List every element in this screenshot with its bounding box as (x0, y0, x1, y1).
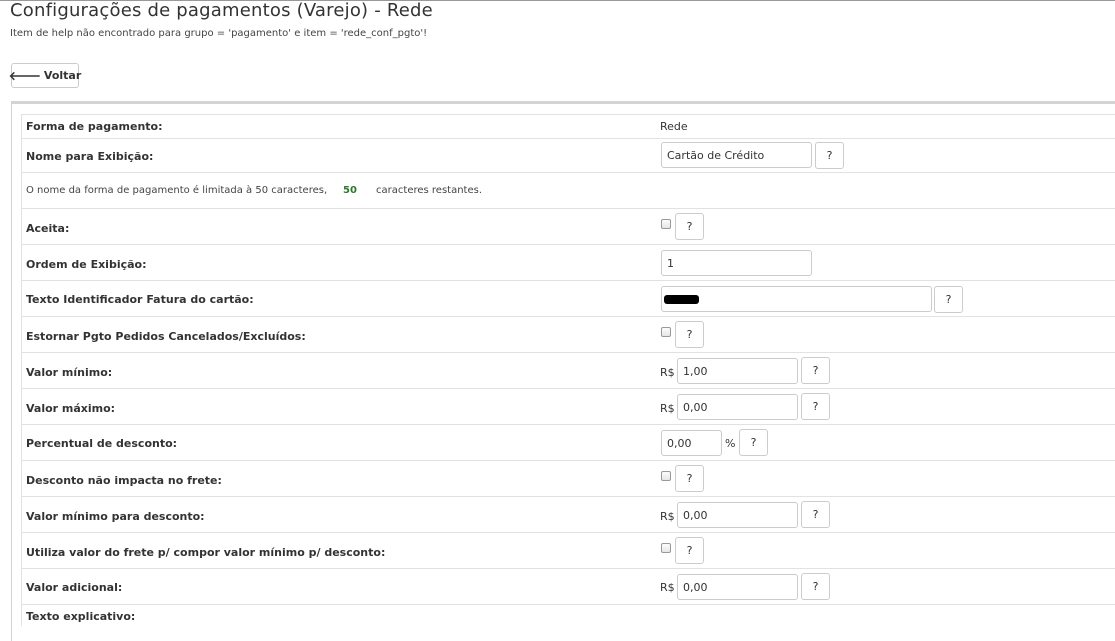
help-button-valor-minimo[interactable]: ? (801, 357, 830, 384)
row-limit-note: O nome da forma de pagamento é limitada … (21, 172, 1115, 208)
currency-valor-minimo: R$ (660, 366, 675, 379)
percentual-desconto-input[interactable]: 0,00 (661, 430, 722, 456)
label-aceita: Aceita: (26, 222, 70, 235)
value-forma-pagamento: Rede (660, 120, 688, 133)
page-title: Configurações de pagamentos (Varejo) - R… (10, 0, 433, 21)
row-desconto-frete: Desconto não impacta no frete: ? (21, 460, 1115, 496)
row-percentual-desconto: Percentual de desconto: 0,00 % ? (21, 424, 1115, 460)
row-valor-minimo: Valor mínimo: R$ 1,00 ? (21, 352, 1115, 388)
estornar-checkbox[interactable] (661, 327, 671, 337)
currency-valor-minimo-desconto: R$ (660, 510, 675, 523)
limit-note-suffix: caracteres restantes. (376, 185, 483, 196)
help-button-aceita[interactable]: ? (675, 213, 704, 240)
limit-note-prefix: O nome da forma de pagamento é limitada … (26, 185, 328, 196)
texto-fatura-input[interactable] (661, 286, 932, 312)
label-nome-exibicao: Nome para Exibição: (26, 150, 154, 163)
help-button-valor-adicional[interactable]: ? (801, 573, 830, 600)
help-button-utiliza-frete[interactable]: ? (675, 537, 704, 564)
currency-valor-maximo: R$ (660, 402, 675, 415)
row-estornar: Estornar Pgto Pedidos Cancelados/Excluíd… (21, 316, 1115, 352)
back-button[interactable]: 🡐 Voltar (8, 63, 82, 88)
help-button-estornar[interactable]: ? (675, 321, 704, 348)
percent-unit: % (725, 437, 736, 450)
label-utiliza-frete: Utiliza valor do frete p/ compor valor m… (26, 546, 386, 559)
row-valor-minimo-desconto: Valor mínimo para desconto: R$ 0,00 ? (21, 496, 1115, 532)
row-texto-explicativo: Texto explicativo: (21, 604, 1115, 626)
valor-minimo-input[interactable]: 1,00 (677, 358, 798, 384)
label-ordem-exibicao: Ordem de Exibição: (26, 258, 147, 271)
limit-note: O nome da forma de pagamento é limitada … (26, 185, 482, 196)
help-button-nome-exibicao[interactable]: ? (815, 142, 844, 169)
currency-valor-adicional: R$ (660, 581, 675, 594)
desconto-frete-checkbox[interactable] (661, 471, 671, 481)
label-percentual-desconto: Percentual de desconto: (26, 437, 178, 450)
nome-exibicao-input[interactable]: Cartão de Crédito (661, 142, 812, 168)
row-valor-maximo: Valor máximo: R$ 0,00 ? (21, 388, 1115, 424)
remaining-characters-counter: 50 (343, 185, 357, 196)
label-forma-pagamento: Forma de pagamento: (26, 120, 163, 133)
label-texto-fatura: Texto Identificador Fatura do cartão: (26, 293, 254, 306)
label-valor-adicional: Valor adicional: (26, 581, 123, 594)
row-utiliza-frete: Utiliza valor do frete p/ compor valor m… (21, 532, 1115, 568)
help-button-desconto-frete[interactable]: ? (675, 465, 704, 492)
label-texto-explicativo: Texto explicativo: (26, 610, 136, 623)
row-ordem-exibicao: Ordem de Exibição: 1 (21, 244, 1115, 280)
arrow-left-icon: 🡐 (8, 68, 41, 83)
help-button-texto-fatura[interactable]: ? (934, 286, 963, 313)
redaction-mark (664, 295, 699, 304)
row-forma-pagamento: Forma de pagamento: Rede (21, 114, 1115, 138)
row-valor-adicional: Valor adicional: R$ 0,00 ? (21, 568, 1115, 604)
label-valor-minimo: Valor mínimo: (26, 366, 113, 379)
valor-maximo-input[interactable]: 0,00 (677, 394, 798, 420)
help-button-valor-minimo-desconto[interactable]: ? (801, 501, 830, 528)
valor-minimo-desconto-input[interactable]: 0,00 (677, 502, 798, 528)
aceita-checkbox[interactable] (661, 219, 671, 229)
help-message: Item de help não encontrado para grupo =… (10, 28, 428, 39)
label-valor-maximo: Valor máximo: (26, 402, 116, 415)
utiliza-frete-checkbox[interactable] (661, 543, 671, 553)
valor-adicional-input[interactable]: 0,00 (677, 574, 798, 600)
help-button-valor-maximo[interactable]: ? (801, 393, 830, 420)
ordem-exibicao-input[interactable]: 1 (661, 250, 812, 276)
label-valor-minimo-desconto: Valor mínimo para desconto: (26, 510, 205, 523)
row-aceita: Aceita: ? (21, 208, 1115, 244)
row-texto-fatura: Texto Identificador Fatura do cartão: ? (21, 280, 1115, 316)
back-button-label: Voltar (43, 69, 82, 82)
help-button-percentual-desconto[interactable]: ? (739, 429, 768, 456)
label-desconto-frete: Desconto não impacta no frete: (26, 474, 222, 487)
label-estornar: Estornar Pgto Pedidos Cancelados/Excluíd… (26, 330, 306, 343)
row-nome-exibicao: Nome para Exibição: Cartão de Crédito ? (21, 138, 1115, 172)
